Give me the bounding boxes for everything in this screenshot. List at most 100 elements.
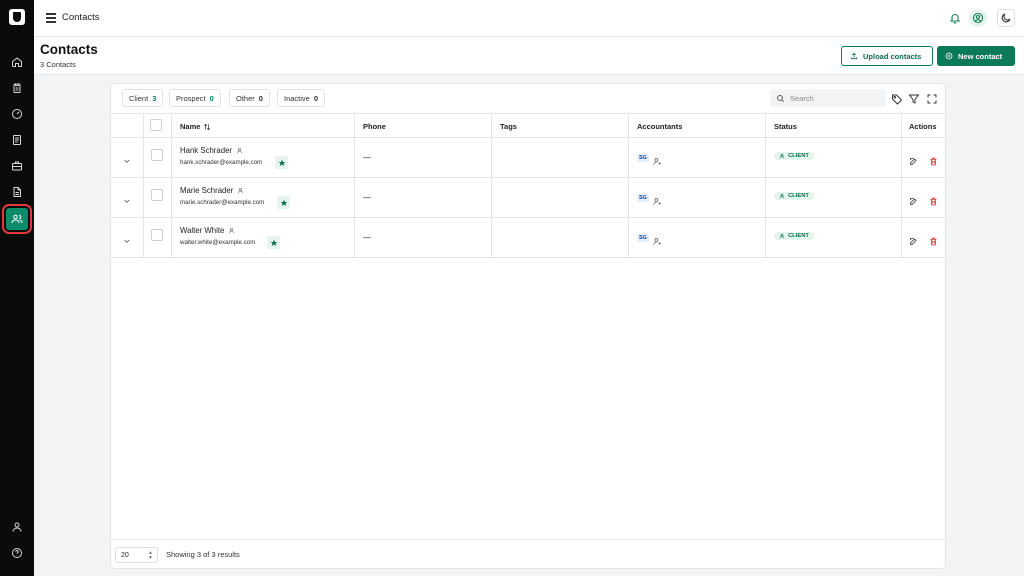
star-icon[interactable] <box>277 196 290 209</box>
accountant-badge: SG <box>637 154 649 162</box>
contact-count: 3 Contacts <box>40 60 76 69</box>
new-contact-label: New contact <box>958 51 1003 61</box>
column-tags: Tags <box>500 122 517 131</box>
filter-count: 0 <box>313 93 319 103</box>
column-accountants: Accountants <box>637 122 683 131</box>
contact-name[interactable]: Marie Schrader <box>180 186 244 195</box>
column-status: Status <box>774 122 797 131</box>
user-plus-icon[interactable] <box>653 193 662 205</box>
filter-inactive[interactable]: Inactive 0 <box>277 89 326 107</box>
contact-email: marie.schrader@example.com <box>180 199 265 206</box>
accountant-badge: SG <box>637 194 649 202</box>
status-label: CLIENT <box>788 153 809 159</box>
user-plus-icon[interactable] <box>653 233 662 245</box>
clipboard-icon[interactable] <box>6 77 28 99</box>
edit-icon[interactable] <box>909 153 918 165</box>
person-icon <box>779 233 785 239</box>
select-all-checkbox[interactable] <box>150 119 162 131</box>
chevron-down-icon[interactable] <box>123 192 131 203</box>
user-circle-icon[interactable] <box>969 9 987 27</box>
user-plus-icon[interactable] <box>653 153 662 165</box>
select-arrows-icon: ▲ ▼ <box>148 550 153 561</box>
new-contact-button[interactable]: New contact <box>937 46 1015 66</box>
chevron-down-icon[interactable] <box>123 232 131 243</box>
filter-icon[interactable] <box>908 92 920 104</box>
column-name-label: Name <box>180 122 201 131</box>
phone-cell: — <box>363 153 371 162</box>
row-checkbox[interactable] <box>151 149 163 161</box>
column-name[interactable]: Name <box>180 122 211 131</box>
table-header: Name Phone Tags Accountants Status Actio… <box>111 113 945 138</box>
logo-icon[interactable] <box>9 9 25 25</box>
contact-email: walter.white@example.com <box>180 239 256 246</box>
document-icon[interactable] <box>6 129 28 151</box>
star-icon[interactable] <box>275 156 288 169</box>
topbar-title: Contacts <box>62 12 100 23</box>
user-icon[interactable] <box>6 516 28 538</box>
filter-count: 0 <box>258 93 263 103</box>
column-phone: Phone <box>363 122 386 131</box>
person-icon <box>779 153 785 159</box>
file-icon[interactable] <box>6 181 28 203</box>
bell-icon[interactable] <box>946 9 964 27</box>
filter-count: 3 <box>152 93 157 103</box>
row-checkbox[interactable] <box>151 229 163 241</box>
results-summary: Showing 3 of 3 results <box>166 550 240 559</box>
row-checkbox[interactable] <box>151 189 163 201</box>
edit-icon[interactable] <box>909 233 918 245</box>
table-row[interactable]: Marie Schrader marie.schrader@example.co… <box>111 178 945 218</box>
table-row[interactable]: Hank Schrader hank.schrader@example.com … <box>111 138 945 178</box>
filter-prospect[interactable]: Prospect 0 <box>169 89 221 107</box>
search-input[interactable]: Search <box>770 89 886 107</box>
person-icon <box>779 193 785 199</box>
moon-icon[interactable] <box>997 9 1015 27</box>
chevron-down-icon[interactable] <box>123 152 131 163</box>
table-footer: 20 ▲ ▼ Showing 3 of 3 results <box>111 539 945 569</box>
status-badge: CLIENT <box>774 232 814 240</box>
upload-contacts-button[interactable]: Upload contacts <box>841 46 933 66</box>
briefcase-icon[interactable] <box>6 155 28 177</box>
sort-icon[interactable] <box>203 123 211 131</box>
contact-email: hank.schrader@example.com <box>180 159 263 166</box>
filter-other[interactable]: Other 0 <box>229 89 270 107</box>
upload-contacts-label: Upload contacts <box>863 51 922 61</box>
search-placeholder: Search <box>790 93 814 103</box>
person-icon <box>229 227 235 234</box>
gauge-icon[interactable] <box>6 103 28 125</box>
contact-name[interactable]: Hank Schrader <box>180 146 243 155</box>
tag-icon[interactable] <box>891 92 903 105</box>
plus-circle-icon <box>945 52 953 60</box>
page-size-value: 20 <box>121 551 129 559</box>
status-label: CLIENT <box>788 193 809 199</box>
filter-client[interactable]: Client 3 <box>122 89 164 107</box>
contact-name[interactable]: Walter White <box>180 226 235 235</box>
users-icon[interactable] <box>2 204 32 234</box>
star-icon[interactable] <box>267 236 280 249</box>
search-icon <box>777 94 785 102</box>
filter-label: Prospect <box>176 93 206 103</box>
contact-name-label: Marie Schrader <box>180 186 234 195</box>
table-row[interactable]: Walter White walter.white@example.com — … <box>111 218 945 258</box>
status-label: CLIENT <box>788 233 809 239</box>
trash-icon[interactable] <box>929 193 938 206</box>
status-badge: CLIENT <box>774 192 814 200</box>
contacts-card: Client 3 Prospect 0 Other 0 Inactive 0 S… <box>110 83 946 569</box>
edit-icon[interactable] <box>909 193 918 205</box>
phone-cell: — <box>363 233 371 242</box>
filter-label: Inactive <box>284 93 310 103</box>
trash-icon[interactable] <box>929 153 938 166</box>
filter-label: Other <box>236 93 255 103</box>
person-icon <box>238 187 244 194</box>
home-icon[interactable] <box>6 51 28 73</box>
expand-icon[interactable] <box>926 92 938 104</box>
help-icon[interactable] <box>6 542 28 564</box>
topbar: Contacts <box>34 0 1024 37</box>
page-title: Contacts <box>40 42 98 57</box>
contact-name-label: Walter White <box>180 226 225 235</box>
page-size-select[interactable]: 20 ▲ ▼ <box>115 547 158 563</box>
trash-icon[interactable] <box>929 233 938 246</box>
menu-icon[interactable] <box>46 13 56 23</box>
filter-count: 0 <box>209 93 214 103</box>
sidebar <box>0 0 34 576</box>
person-icon <box>236 147 243 154</box>
